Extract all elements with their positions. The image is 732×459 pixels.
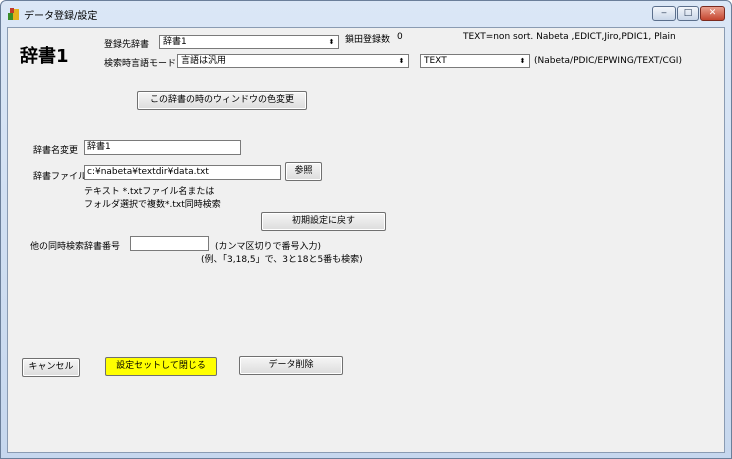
minimize-button[interactable]: ‒ [652, 6, 676, 21]
dict-name-heading: 辞書1 [20, 46, 69, 67]
app-window: データ登録/設定 ‒ □ ✕ 辞書1 登録先辞書 辞書1 ⬍ 鎖田登録数 0 T… [0, 0, 732, 459]
other-dicts-hint: (カンマ区切りで番号入力) [215, 242, 322, 252]
rename-label: 辞書名変更 [33, 146, 79, 156]
cancel-button[interactable]: キャンセル [22, 358, 80, 377]
dropdown-arrow-icon: ⬍ [328, 38, 335, 46]
title-bar[interactable]: データ登録/設定 ‒ □ ✕ [1, 1, 731, 27]
maximize-icon: □ [683, 8, 693, 18]
file-path-input[interactable]: c:¥nabeta¥textdir¥data.txt [84, 165, 281, 180]
browse-button[interactable]: 参照 [285, 162, 322, 181]
registered-count-label: 鎖田登録数 [345, 35, 391, 45]
reset-defaults-button[interactable]: 初期設定に戻す [261, 212, 386, 231]
close-icon: ✕ [708, 8, 717, 18]
dropdown-arrow-icon: ⬍ [519, 57, 526, 65]
search-mode-select[interactable]: 言語は汎用 ⬍ [177, 54, 409, 68]
dropdown-arrow-icon: ⬍ [398, 57, 405, 65]
search-mode-value: 言語は汎用 [181, 56, 227, 66]
window-color-button[interactable]: この辞書の時のウィンドウの色変更 [137, 91, 307, 110]
target-dict-select[interactable]: 辞書1 ⬍ [159, 35, 339, 49]
target-dict-label: 登録先辞書 [104, 40, 150, 50]
close-button[interactable]: ✕ [700, 6, 725, 21]
window-title: データ登録/設定 [24, 11, 98, 22]
delete-data-button[interactable]: データ削除 [239, 356, 343, 375]
other-dicts-input[interactable] [130, 236, 209, 251]
search-mode-label: 検索時言語モード [104, 59, 177, 69]
save-and-close-button[interactable]: 設定セットして閉じる [105, 357, 217, 376]
maximize-button[interactable]: □ [677, 6, 699, 21]
format-select[interactable]: TEXT ⬍ [420, 54, 530, 68]
minimize-icon: ‒ [661, 8, 667, 18]
file-label: 辞書ファイル [33, 172, 88, 182]
format-note: TEXT=non sort. Nabeta ,EDICT,Jiro,PDIC1,… [463, 32, 676, 42]
rename-input[interactable]: 辞書1 [84, 140, 241, 155]
target-dict-value: 辞書1 [163, 37, 187, 47]
file-hint-2: フォルダ選択で複数*.txt同時検索 [84, 200, 221, 210]
format-value: TEXT [424, 56, 447, 66]
format-options-note: (Nabeta/PDIC/EPWING/TEXT/CGI) [534, 56, 682, 66]
other-dicts-label: 他の同時検索辞書番号 [30, 242, 121, 252]
app-icon [8, 8, 19, 20]
dialog-body: 辞書1 登録先辞書 辞書1 ⬍ 鎖田登録数 0 TEXT=non sort. N… [7, 27, 725, 453]
file-hint-1: テキスト *.txtファイル名または [84, 187, 215, 197]
other-dicts-example: (例、「3,18,5」で、3と18と5番も検索) [201, 255, 363, 265]
registered-count-value: 0 [397, 32, 403, 42]
